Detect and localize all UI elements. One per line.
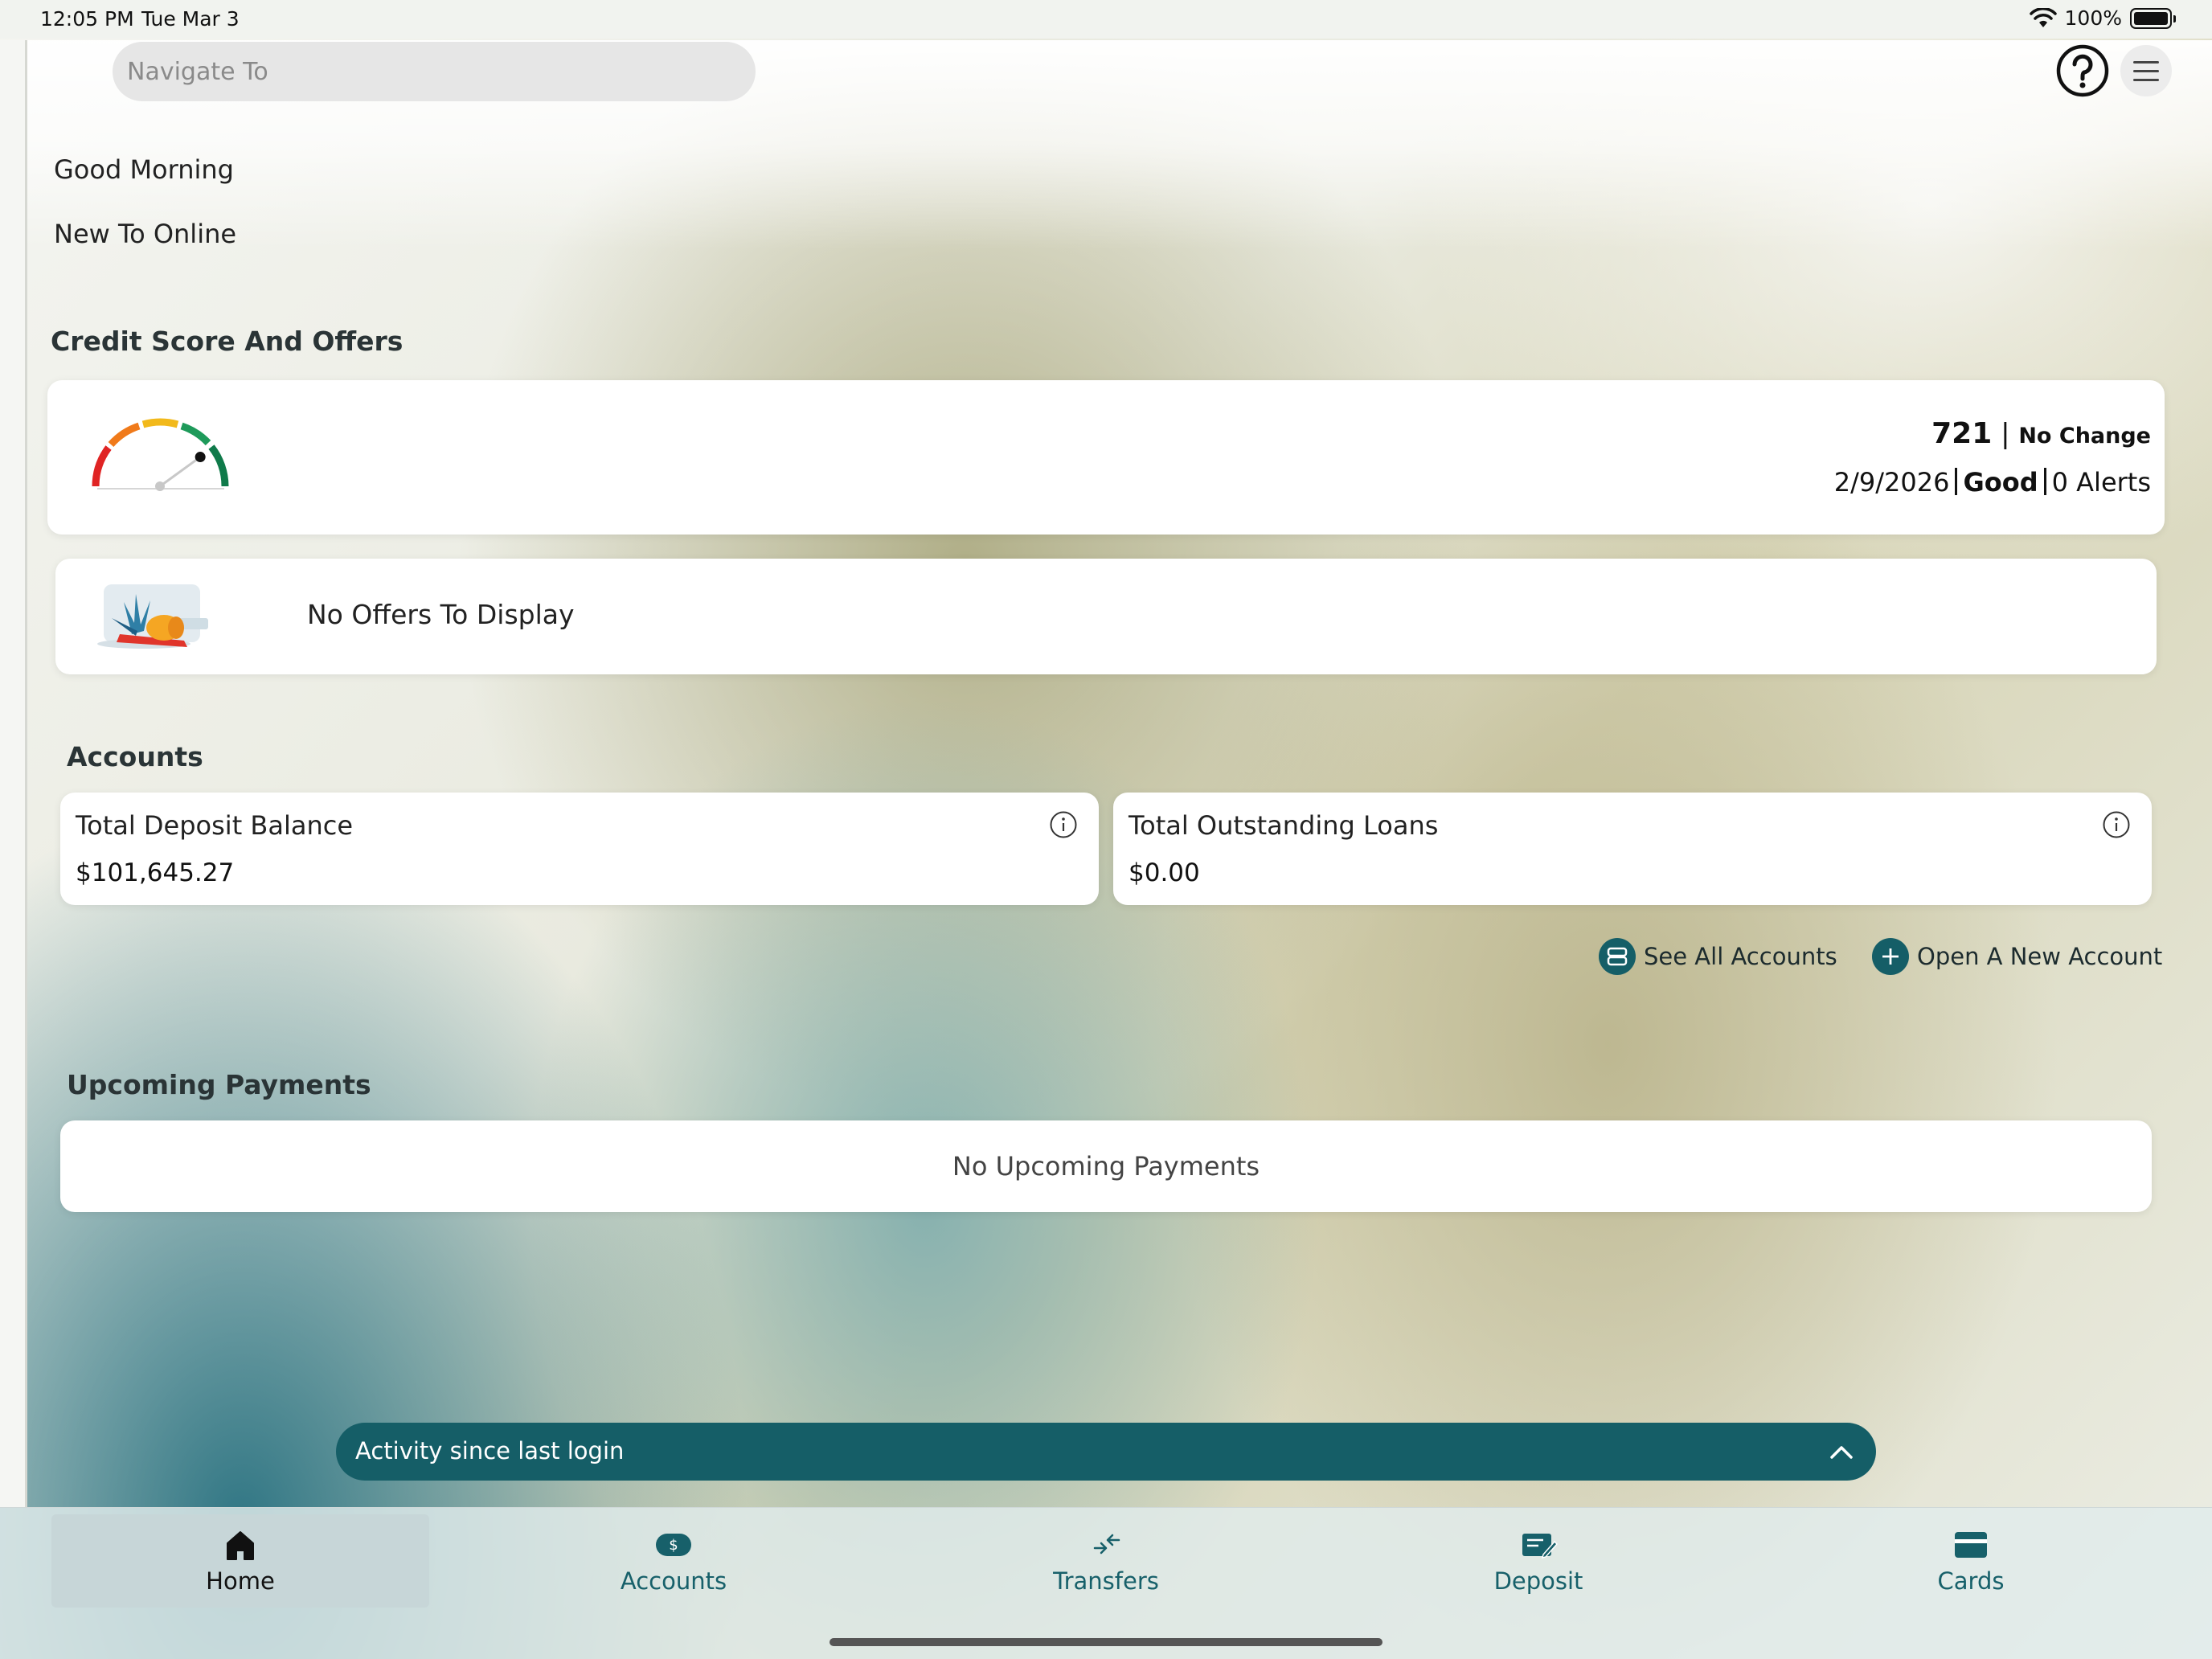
open-new-account-button[interactable]: Open A New Account: [1872, 938, 2162, 975]
outstanding-loans-card[interactable]: Total Outstanding Loans $0.00: [1113, 793, 2152, 905]
help-icon[interactable]: [2055, 43, 2110, 98]
menu-button[interactable]: [2120, 45, 2172, 96]
home-indicator: [830, 1638, 1382, 1646]
bottom-tab-bar: Home $ Accounts Transfers Deposit Cards: [0, 1507, 2212, 1659]
tab-home[interactable]: Home: [51, 1514, 429, 1608]
chevron-up-icon[interactable]: [1828, 1439, 1855, 1466]
credit-rating: Good: [1963, 467, 2038, 498]
no-upcoming-payments-text: No Upcoming Payments: [952, 1151, 1260, 1182]
left-rail: [0, 40, 27, 1507]
home-icon: [227, 1531, 254, 1560]
no-offers-text: No Offers To Display: [307, 599, 575, 630]
tab-home-label: Home: [206, 1567, 275, 1595]
offers-card[interactable]: No Offers To Display: [55, 559, 2157, 674]
tab-accounts[interactable]: $ Accounts: [485, 1514, 862, 1608]
outstanding-loans-label: Total Outstanding Loans: [1129, 810, 1439, 841]
see-all-accounts-button[interactable]: See All Accounts: [1599, 938, 1837, 975]
status-bar: 12:05 PM Tue Mar 3 100%: [0, 0, 2212, 39]
credit-gauge-icon: [92, 418, 229, 491]
credit-score-date: 2/9/2026: [1833, 467, 1950, 498]
tab-deposit[interactable]: Deposit: [1350, 1514, 1727, 1608]
info-icon[interactable]: [2102, 810, 2131, 839]
navigate-to-input[interactable]: [113, 42, 756, 101]
tab-cards-label: Cards: [1937, 1567, 2005, 1595]
upcoming-payments-card: No Upcoming Payments: [60, 1120, 2152, 1212]
credit-score-card[interactable]: 721 | No Change 2/9/2026 Good 0 Alerts: [47, 380, 2165, 535]
card-icon: [1955, 1532, 1987, 1558]
tab-deposit-label: Deposit: [1493, 1567, 1583, 1595]
greeting-text: Good Morning: [54, 154, 234, 185]
credit-score-change: No Change: [2018, 424, 2151, 449]
deposit-balance-value: $101,645.27: [76, 858, 235, 887]
wifi-icon: [2029, 7, 2057, 27]
plant-illustration-icon: [97, 584, 208, 649]
separator: [2043, 468, 2046, 495]
list-icon: [1599, 938, 1636, 975]
payments-section-title: Upcoming Payments: [67, 1069, 371, 1100]
see-all-accounts-label: See All Accounts: [1644, 943, 1837, 970]
transfer-arrows-icon: [1093, 1534, 1120, 1555]
credit-score-value: 721: [1931, 417, 1993, 450]
status-date: Tue Mar 3: [141, 7, 240, 31]
credit-alerts: 0 Alerts: [2051, 467, 2151, 498]
battery-icon: [2130, 7, 2176, 29]
info-icon[interactable]: [1049, 810, 1078, 839]
status-right: 100%: [2029, 6, 2176, 30]
menu-icon-line: [2133, 69, 2159, 72]
battery-percent: 100%: [2064, 6, 2122, 30]
dollar-pill-icon: $: [656, 1534, 691, 1556]
user-name: New To Online: [54, 219, 237, 249]
tab-transfers[interactable]: Transfers: [917, 1514, 1295, 1608]
credit-details-line: 2/9/2026 Good 0 Alerts: [1834, 467, 2151, 498]
pipe-separator: |: [2001, 418, 2019, 450]
deposit-balance-label: Total Deposit Balance: [76, 810, 354, 841]
activity-label: Activity since last login: [355, 1437, 625, 1464]
menu-icon-line: [2133, 60, 2159, 63]
separator: [1955, 468, 1958, 495]
activity-since-last-login-bar[interactable]: Activity since last login: [336, 1423, 1876, 1481]
tab-transfers-label: Transfers: [1053, 1567, 1159, 1595]
accounts-section-title: Accounts: [67, 741, 203, 772]
open-new-account-label: Open A New Account: [1917, 943, 2163, 970]
tab-cards[interactable]: Cards: [1782, 1514, 2160, 1608]
status-time: 12:05 PM: [40, 7, 134, 31]
tab-accounts-label: Accounts: [620, 1567, 727, 1595]
menu-icon-line: [2133, 78, 2159, 81]
svg-text:$: $: [669, 1537, 678, 1554]
check-deposit-icon: [1522, 1534, 1558, 1559]
deposit-balance-card[interactable]: Total Deposit Balance $101,645.27: [60, 793, 1099, 905]
credit-score-line: 721 | No Change: [1931, 417, 2151, 450]
credit-section-title: Credit Score And Offers: [51, 326, 403, 357]
plus-icon: [1872, 938, 1909, 975]
outstanding-loans-value: $0.00: [1129, 858, 1200, 887]
